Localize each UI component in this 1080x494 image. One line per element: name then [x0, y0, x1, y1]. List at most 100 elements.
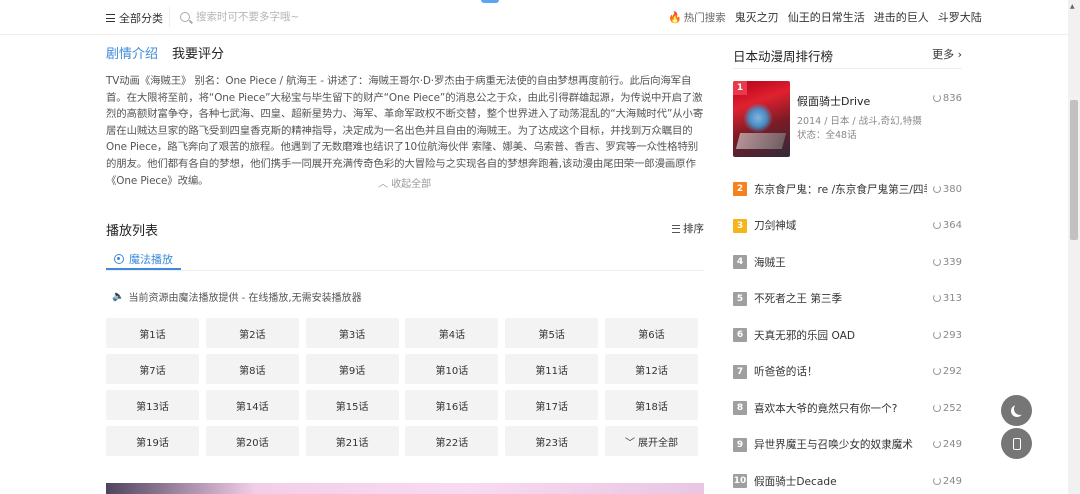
episode-button[interactable]: 第19话 — [106, 426, 199, 456]
divider — [169, 7, 170, 27]
hot-link[interactable]: 鬼灭之刃 — [735, 9, 779, 25]
sort-icon — [672, 224, 680, 233]
ranking-more-label: 更多 — [932, 48, 955, 61]
episode-button[interactable]: 第23话 — [505, 426, 599, 456]
ranking-item[interactable]: 6 天真无邪的乐园 OAD 293 — [733, 317, 962, 354]
page: 全部分类 搜索时可不要多字哦~ 🔥 热门搜索 鬼灭之刃 仙王的日常生活 进击的巨… — [0, 0, 1080, 494]
heat-value: 292 — [942, 366, 962, 378]
hot-search-nav: 🔥 热门搜索 鬼灭之刃 仙王的日常生活 进击的巨人 斗罗大陆 — [668, 9, 991, 25]
hot-link[interactable]: 仙王的日常生活 — [788, 9, 865, 25]
source-tab[interactable]: 魔法播放 — [106, 249, 175, 267]
hot-search-label: 热门搜索 — [683, 11, 726, 24]
poster-image[interactable]: 1 — [733, 81, 790, 157]
episode-button[interactable]: 第4话 — [405, 318, 499, 348]
search-icon — [180, 11, 190, 22]
ranking-item[interactable]: 5 不死者之王 第三季 313 — [733, 281, 962, 318]
episode-button[interactable]: 第8话 — [205, 354, 299, 384]
episode-button[interactable]: 第14话 — [205, 390, 299, 420]
chevron-up-icon: ︿ — [378, 179, 388, 190]
scrollbar[interactable]: ▲ — [1068, 0, 1080, 494]
ranking-item-featured[interactable]: 1 假面骑士Drive 2014 / 日本 / 战斗,奇幻,特摄 状态：全48话… — [733, 81, 962, 157]
heat-value: 249 — [942, 475, 962, 487]
collapse-label: 收起全部 — [391, 179, 432, 190]
dark-mode-button[interactable] — [1001, 395, 1032, 426]
heat-count: 252 — [932, 402, 962, 414]
ranking-item[interactable]: 9 异世界魔王与召唤少女的奴隶魔术 249 — [733, 427, 962, 464]
ranking-item[interactable]: 10 假面骑士Decade 249 — [733, 463, 962, 494]
rank-badge: 6 — [733, 328, 747, 343]
ranking-item[interactable]: 2 东京食尸鬼：re /东京食尸鬼第三/四季 380 — [733, 171, 962, 208]
ranking-item-title[interactable]: 海贼王 — [754, 255, 927, 270]
episode-button[interactable]: 第3话 — [305, 318, 399, 348]
episode-button[interactable]: 第5话 — [505, 318, 599, 348]
ranking-item[interactable]: 7 听爸爸的话！ 292 — [733, 354, 962, 391]
scrollbar-thumb[interactable] — [1070, 100, 1078, 240]
episode-button[interactable]: 第17话 — [505, 390, 599, 420]
ranking-item-title[interactable]: 东京食尸鬼：re /东京食尸鬼第三/四季 — [754, 182, 927, 197]
ranking-item[interactable]: 8 喜欢本大爷的竟然只有你一个? 252 — [733, 390, 962, 427]
top-bar: 全部分类 搜索时可不要多字哦~ 🔥 热门搜索 鬼灭之刃 仙王的日常生活 进击的巨… — [0, 0, 1068, 35]
heat-count: 293 — [932, 330, 962, 341]
episode-button[interactable]: 第11话 — [505, 354, 599, 384]
episode-button[interactable]: 第15话 — [305, 390, 399, 420]
hot-link[interactable]: 进击的巨人 — [874, 9, 929, 25]
heat-value: 249 — [942, 439, 962, 451]
ranking-list: 2 东京食尸鬼：re /东京食尸鬼第三/四季 380 3 刀剑神域 364 4 … — [733, 171, 962, 494]
episode-button[interactable]: 第13话 — [106, 390, 199, 420]
expand-all-button[interactable]: ﹀ 展开全部 — [604, 426, 698, 456]
tab-rating[interactable]: 我要评分 — [172, 43, 224, 62]
heat-value: 364 — [942, 220, 962, 232]
hot-link[interactable]: 斗罗大陆 — [938, 9, 982, 25]
ranking-item-title[interactable]: 喜欢本大爷的竟然只有你一个? — [754, 401, 927, 416]
divider — [106, 270, 704, 271]
episode-button[interactable]: 第21话 — [305, 426, 399, 456]
episode-button[interactable]: 第22话 — [405, 426, 499, 456]
tab-synopsis[interactable]: 剧情介绍 — [106, 43, 158, 62]
episode-button[interactable]: 第18话 — [604, 390, 698, 420]
ranking-more-link[interactable]: 更多 › — [932, 46, 962, 62]
ranking-item-title[interactable]: 异世界魔王与召唤少女的奴隶魔术 — [754, 437, 927, 452]
ranking-item-meta: 2014 / 日本 / 战斗,奇幻,特摄 状态：全48话 — [797, 115, 922, 143]
ranking-item[interactable]: 4 海贼王 339 — [733, 244, 962, 281]
ranking-item-title[interactable]: 假面骑士Drive — [797, 93, 870, 109]
playlist-title: 播放列表 — [106, 224, 159, 239]
ranking-item-title[interactable]: 刀剑神域 — [754, 218, 927, 233]
episode-button[interactable]: 第2话 — [205, 318, 299, 348]
collapse-button[interactable]: ︿ 收起全部 — [378, 175, 431, 190]
rank-badge: 9 — [733, 437, 747, 452]
chevron-down-icon: ﹀ — [624, 437, 635, 449]
ranking-item-title[interactable]: 天真无邪的乐园 OAD — [754, 328, 927, 343]
heat-icon — [932, 221, 941, 230]
heat-count: 292 — [932, 366, 962, 378]
rank-badge: 3 — [733, 218, 747, 233]
episode-button[interactable]: 第9话 — [305, 354, 399, 384]
episode-button[interactable]: 第12话 — [604, 354, 698, 384]
scroll-up-icon[interactable]: ▲ — [1070, 3, 1075, 10]
all-categories-button[interactable]: 全部分类 — [106, 10, 163, 26]
search-input[interactable]: 搜索时可不要多字哦~ — [180, 9, 299, 24]
heat-icon — [932, 94, 941, 102]
mobile-view-button[interactable] — [1001, 428, 1032, 459]
search-placeholder: 搜索时可不要多字哦~ — [196, 11, 300, 23]
sort-button[interactable]: 排序 — [672, 221, 704, 236]
play-circle-icon — [114, 254, 124, 264]
source-notice: 🔈 当前资源由魔法播放提供 - 在线播放,无需安装播放器 — [112, 289, 362, 304]
ranking-item-title[interactable]: 不死者之王 第三季 — [754, 291, 927, 306]
episode-button[interactable]: 第6话 — [604, 318, 698, 348]
episode-button[interactable]: 第10话 — [405, 354, 499, 384]
ranking-item-title[interactable]: 假面骑士Decade — [754, 474, 927, 489]
heat-value: 252 — [942, 402, 962, 414]
episode-button[interactable]: 第16话 — [405, 390, 499, 420]
ranking-item-info: 2014 / 日本 / 战斗,奇幻,特摄 — [797, 116, 922, 127]
sort-label: 排序 — [683, 223, 704, 235]
episode-button[interactable]: 第1话 — [106, 318, 199, 348]
synopsis-text: TV动画《海贼王》 别名：One Piece / 航海王 - 讲述了：海贼王哥尔… — [106, 75, 704, 187]
ranking-item[interactable]: 3 刀剑神域 364 — [733, 208, 962, 245]
all-categories-label: 全部分类 — [119, 12, 163, 25]
expand-all-label: 展开全部 — [637, 437, 678, 449]
ranking-item-title[interactable]: 听爸爸的话！ — [754, 364, 927, 379]
episode-button[interactable]: 第7话 — [106, 354, 199, 384]
episode-button[interactable]: 第20话 — [205, 426, 299, 456]
top-accent-mark — [481, 0, 499, 3]
banner-image[interactable] — [106, 483, 704, 494]
